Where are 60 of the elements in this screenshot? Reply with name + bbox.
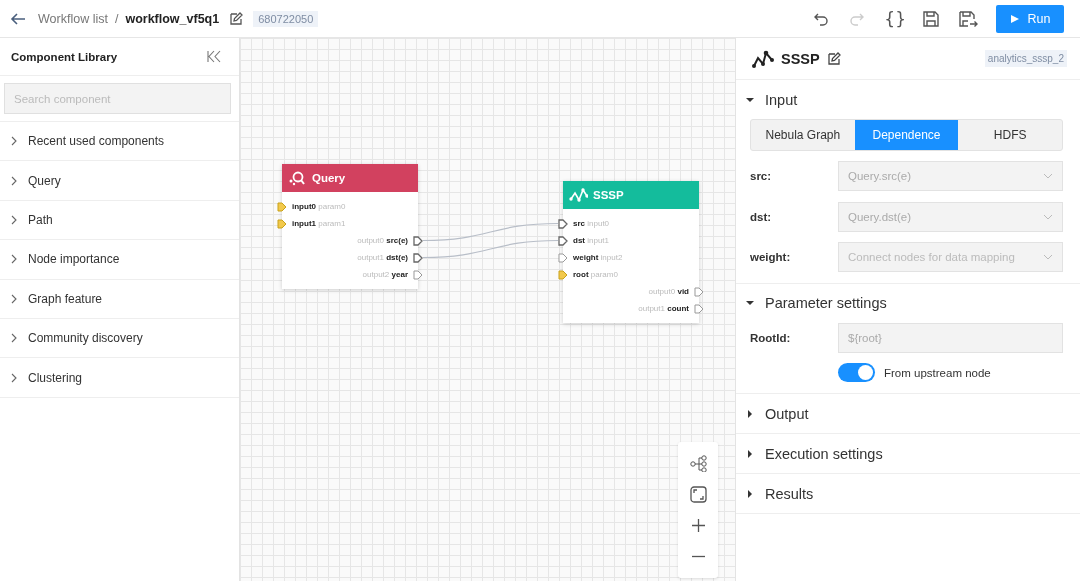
- toggle-label: From upstream node: [884, 366, 991, 379]
- node-id-badge: analytics_sssp_2: [984, 50, 1067, 67]
- node-title: Query: [312, 172, 346, 184]
- port-label: output0 vid: [648, 287, 689, 296]
- back-arrow-icon[interactable]: [10, 10, 26, 27]
- workflow-id: 680722050: [253, 10, 319, 27]
- source-tab[interactable]: HDFS: [958, 120, 1062, 150]
- toggle-switch[interactable]: [838, 363, 875, 383]
- save-icon: [922, 9, 942, 28]
- port-icon[interactable]: [413, 269, 423, 280]
- category-item[interactable]: Path: [0, 200, 239, 241]
- port-icon[interactable]: [694, 303, 704, 314]
- port-label: output2 year: [362, 270, 408, 279]
- port-label: root param0: [573, 270, 618, 279]
- port-icon[interactable]: [413, 235, 423, 246]
- section-header[interactable]: Parameter settings: [736, 283, 1080, 323]
- fit-view-icon[interactable]: [689, 486, 707, 503]
- panel-title: SSSP: [781, 50, 820, 67]
- section-header[interactable]: Results: [736, 474, 1080, 514]
- category-item[interactable]: Recent used components: [0, 122, 239, 162]
- breadcrumb-separator: /: [114, 11, 119, 26]
- section-header[interactable]: Output: [736, 394, 1080, 434]
- chevron-down-icon: [1043, 254, 1053, 261]
- play-icon: [1009, 13, 1020, 24]
- port-label: src input0: [573, 219, 610, 228]
- field-label: src:: [750, 170, 773, 182]
- path-icon: [751, 48, 774, 69]
- category-item[interactable]: Clustering: [0, 358, 239, 398]
- save-as-icon: [958, 9, 978, 28]
- layout-icon[interactable]: [689, 455, 707, 472]
- node-title: SSSP: [593, 189, 624, 201]
- path-icon: [569, 187, 588, 203]
- port-label: input1 param1: [292, 219, 346, 228]
- field-label: dst:: [750, 210, 773, 223]
- collapse-icon[interactable]: [207, 50, 221, 63]
- field-label: RootId:: [750, 331, 792, 344]
- category-item[interactable]: Query: [0, 161, 239, 201]
- chevron-down-icon: [1043, 173, 1053, 179]
- source-tab[interactable]: Nebula Graph: [751, 120, 855, 150]
- zoom-in-icon[interactable]: [689, 517, 707, 534]
- port-icon[interactable]: [558, 235, 568, 246]
- port-icon[interactable]: [558, 252, 568, 263]
- sidebar-title: Component Library: [11, 50, 118, 63]
- search-icon: [288, 170, 307, 186]
- port-label: weight input2: [573, 253, 623, 262]
- section-header[interactable]: Input: [736, 80, 1080, 119]
- category-item[interactable]: Node importance: [0, 240, 239, 280]
- chevron-down-icon: [1043, 213, 1053, 220]
- category-item[interactable]: Community discovery: [0, 318, 239, 359]
- code-button[interactable]: {}: [884, 6, 906, 31]
- port-icon[interactable]: [694, 286, 704, 297]
- category-item[interactable]: Graph feature: [0, 279, 239, 319]
- edit-icon[interactable]: [229, 11, 244, 26]
- port-icon[interactable]: [558, 218, 568, 229]
- breadcrumb-link[interactable]: Workflow list: [38, 11, 108, 26]
- workflow-name: workflow_vf5q1: [125, 11, 220, 26]
- field-label: weight:: [750, 251, 792, 264]
- port-icon[interactable]: [413, 252, 423, 263]
- section-header[interactable]: Execution settings: [736, 434, 1080, 474]
- edit-icon[interactable]: [826, 51, 841, 66]
